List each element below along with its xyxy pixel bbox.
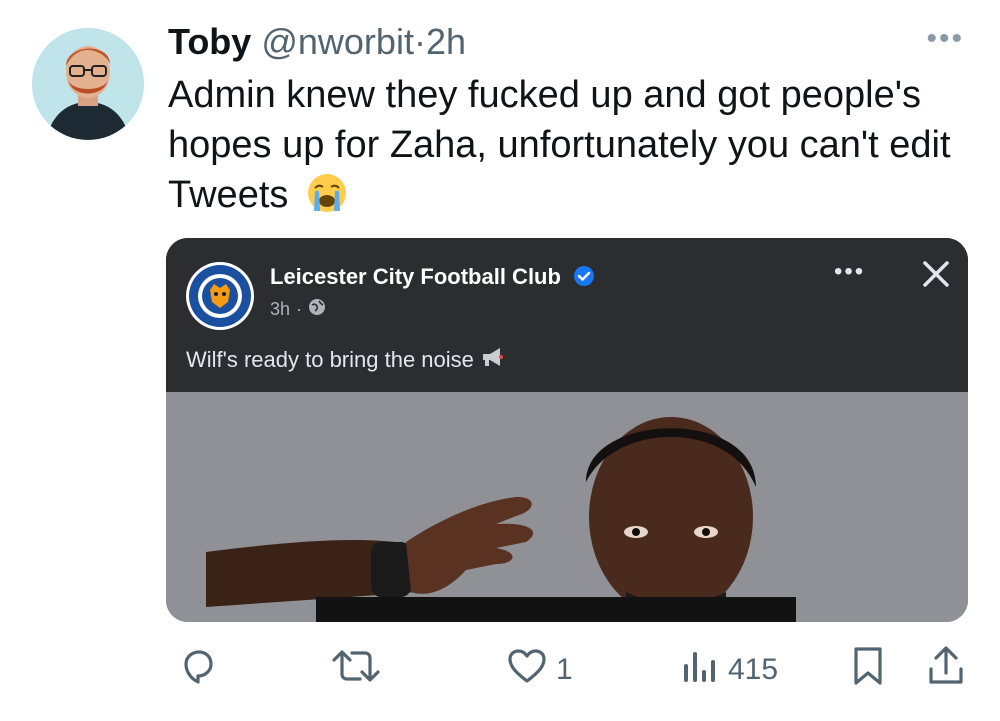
author-handle[interactable]: @nworbit <box>261 21 414 62</box>
player-photo <box>166 392 968 622</box>
time-separator: · <box>413 21 426 62</box>
retweet-button[interactable] <box>330 640 390 700</box>
close-icon <box>918 256 954 292</box>
heart-icon <box>506 646 548 694</box>
verified-badge-icon <box>573 265 595 293</box>
avatar[interactable] <box>32 28 144 140</box>
tweet-media[interactable]: Leicester City Football Club 3h · ••• Wi… <box>166 238 968 622</box>
bookmark-icon <box>850 645 886 695</box>
tweet-body: Admin knew they fucked up and got people… <box>168 74 951 216</box>
embedded-post-header: Leicester City Football Club 3h · ••• Wi… <box>166 238 968 392</box>
tweet-text: Admin knew they fucked up and got people… <box>168 70 978 226</box>
like-count: 1 <box>556 653 573 686</box>
club-crest-logo <box>186 262 254 330</box>
like-button[interactable]: 1 <box>506 640 573 700</box>
more-options-button[interactable]: ••• <box>926 24 964 54</box>
tweet-action-bar: 1 415 <box>0 640 1000 700</box>
loudly-crying-face-icon <box>307 173 347 226</box>
post-more-options-icon: ••• <box>834 258 866 285</box>
megaphone-icon <box>480 346 506 374</box>
post-meta: 3h · <box>270 298 326 321</box>
page-name-text: Leicester City Football Club <box>270 264 561 289</box>
tweet-header: Toby @nworbit·2h <box>168 20 466 64</box>
retweet-icon <box>330 646 382 694</box>
post-time: 3h <box>270 299 291 319</box>
views-bar-chart-icon <box>680 646 720 694</box>
reply-button[interactable] <box>178 640 226 700</box>
meta-separator: · <box>296 299 303 319</box>
share-button[interactable] <box>926 640 966 700</box>
post-caption: Wilf's ready to bring the noise <box>186 346 506 374</box>
tweet-time[interactable]: 2h <box>426 21 466 62</box>
reply-icon <box>178 646 218 694</box>
globe-icon <box>308 298 326 321</box>
views-button[interactable]: 415 <box>680 640 778 700</box>
bookmark-button[interactable] <box>850 640 886 700</box>
author-name[interactable]: Toby <box>168 21 251 62</box>
share-icon <box>926 645 966 695</box>
page-name[interactable]: Leicester City Football Club <box>270 264 595 293</box>
caption-text: Wilf's ready to bring the noise <box>186 347 474 372</box>
views-count: 415 <box>728 653 779 686</box>
